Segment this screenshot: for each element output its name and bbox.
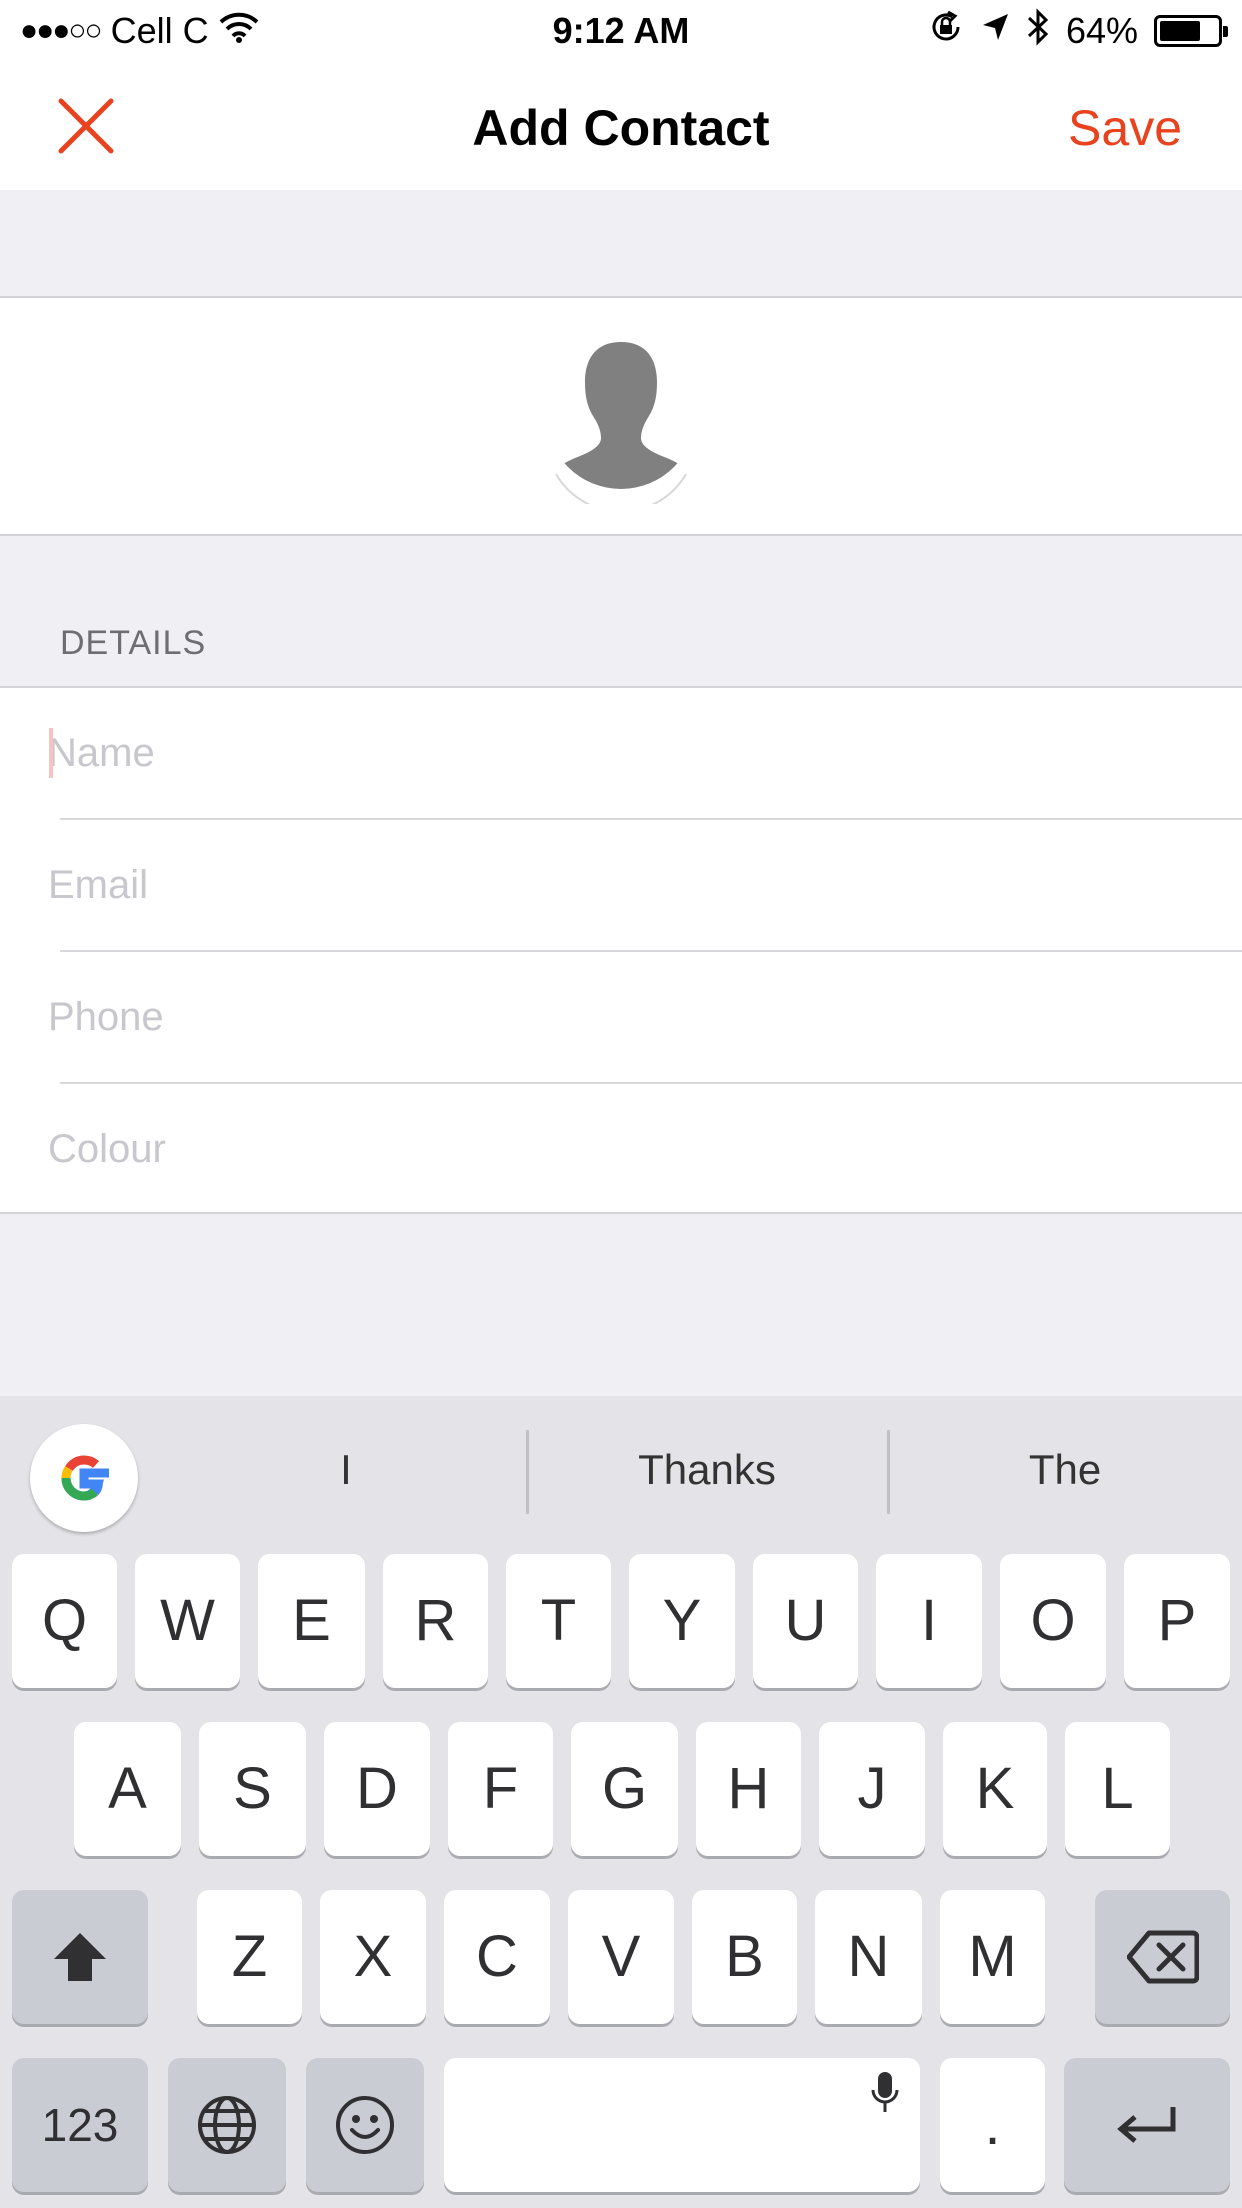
key-b[interactable]: B — [692, 1890, 797, 2024]
avatar[interactable] — [546, 334, 696, 513]
numbers-key[interactable]: 123 — [12, 2058, 148, 2192]
location-arrow-icon — [980, 10, 1010, 52]
key-l[interactable]: L — [1065, 1722, 1170, 1856]
rotation-lock-icon — [928, 9, 964, 54]
key-i[interactable]: I — [876, 1554, 982, 1688]
return-key[interactable] — [1064, 2058, 1230, 2192]
key-y[interactable]: Y — [629, 1554, 735, 1688]
key-e[interactable]: E — [258, 1554, 365, 1688]
navigation-bar: Add Contact Save — [0, 60, 1242, 190]
backspace-icon — [1126, 1930, 1199, 1984]
battery-percent: 64% — [1065, 10, 1138, 51]
phone-field[interactable] — [48, 952, 1198, 1082]
battery-icon — [1154, 15, 1228, 47]
globe-key[interactable] — [168, 2058, 286, 2192]
key-q[interactable]: Q — [12, 1554, 117, 1688]
key-p[interactable]: P — [1124, 1554, 1230, 1688]
colour-field[interactable] — [48, 1084, 1198, 1214]
key-z[interactable]: Z — [197, 1890, 302, 2024]
key-c[interactable]: C — [444, 1890, 550, 2024]
phone-field-row — [0, 952, 1242, 1084]
suggestion-bar: I Thanks The — [0, 1396, 1242, 1546]
colour-field-row — [0, 1084, 1242, 1216]
key-w[interactable]: W — [135, 1554, 240, 1688]
person-silhouette-icon — [546, 342, 696, 513]
email-field-row — [0, 820, 1242, 952]
key-u[interactable]: U — [753, 1554, 858, 1688]
key-j[interactable]: J — [819, 1722, 925, 1856]
suggestion-2[interactable]: Thanks — [557, 1446, 857, 1494]
key-m[interactable]: M — [940, 1890, 1045, 2024]
google-icon — [61, 1455, 109, 1501]
suggestion-1[interactable]: I — [196, 1446, 496, 1494]
key-t[interactable]: T — [506, 1554, 611, 1688]
key-f[interactable]: F — [448, 1722, 553, 1856]
microphone-icon — [871, 2072, 899, 2112]
google-button[interactable] — [30, 1424, 138, 1532]
shift-key[interactable] — [12, 1890, 148, 2024]
key-v[interactable]: V — [568, 1890, 674, 2024]
keyboard: I Thanks The Q W E R T Y U I O P A S D F… — [0, 1396, 1242, 2208]
key-s[interactable]: S — [199, 1722, 306, 1856]
shift-icon — [54, 1933, 106, 1981]
key-r[interactable]: R — [383, 1554, 488, 1688]
period-key[interactable]: . — [940, 2058, 1045, 2192]
backspace-key[interactable] — [1095, 1890, 1230, 2024]
key-h[interactable]: H — [696, 1722, 801, 1856]
key-o[interactable]: O — [1000, 1554, 1106, 1688]
key-x[interactable]: X — [320, 1890, 426, 2024]
status-right: 64% — [928, 7, 1228, 55]
key-g[interactable]: G — [571, 1722, 678, 1856]
suggestion-divider — [526, 1430, 529, 1514]
section-spacer — [0, 190, 1242, 298]
bluetooth-icon — [1026, 7, 1050, 55]
details-form — [0, 686, 1242, 1214]
name-field-row — [0, 688, 1242, 820]
email-field[interactable] — [48, 820, 1198, 950]
emoji-icon — [336, 2096, 394, 2154]
battery-level — [1160, 21, 1200, 41]
save-button[interactable]: Save — [1068, 100, 1182, 156]
space-key[interactable] — [444, 2058, 920, 2192]
emoji-key[interactable] — [306, 2058, 424, 2192]
name-field[interactable] — [48, 688, 1198, 818]
status-bar: ●●●○○ Cell C 9:12 AM 64% — [0, 0, 1242, 60]
page-title: Add Contact — [472, 100, 770, 156]
suggestion-3[interactable]: The — [915, 1446, 1215, 1494]
globe-icon — [198, 2096, 256, 2154]
details-section-header: DETAILS — [60, 624, 207, 662]
return-icon — [1117, 2107, 1176, 2143]
avatar-section — [0, 298, 1242, 536]
suggestion-divider — [887, 1430, 890, 1514]
key-n[interactable]: N — [815, 1890, 922, 2024]
key-k[interactable]: K — [943, 1722, 1047, 1856]
key-a[interactable]: A — [74, 1722, 181, 1856]
text-caret — [49, 728, 53, 778]
key-d[interactable]: D — [324, 1722, 430, 1856]
